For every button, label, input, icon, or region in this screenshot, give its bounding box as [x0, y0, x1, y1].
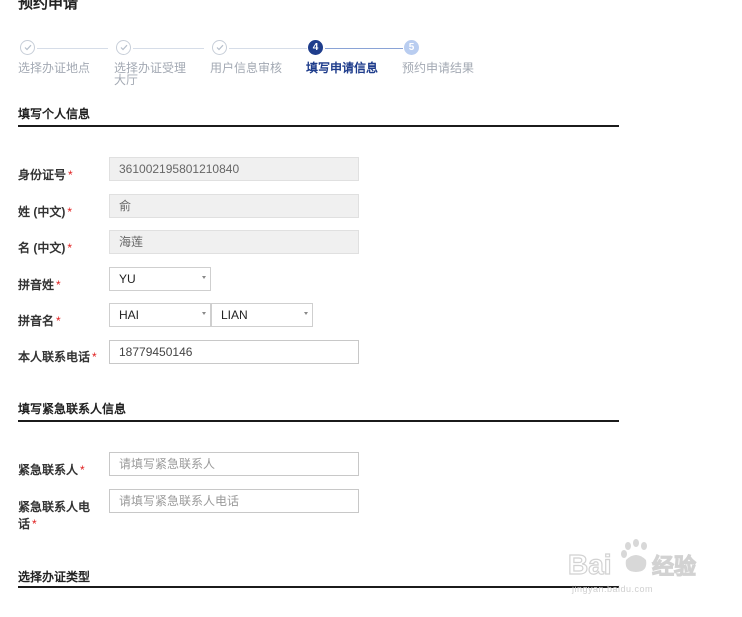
- step-3-label: 用户信息审核: [210, 61, 283, 75]
- step-4-label: 填写申请信息: [306, 61, 379, 75]
- section-divider: [18, 125, 619, 127]
- emergency-contact-label: 紧急联系人 *: [18, 463, 85, 477]
- phone-label: 本人联系电话 *: [18, 350, 97, 364]
- id-number-label: 身份证号 *: [18, 168, 73, 182]
- svg-text:经验: 经验: [652, 554, 696, 580]
- phone-input[interactable]: [109, 340, 359, 364]
- given-name-pinyin-select-1[interactable]: HAI: [109, 303, 211, 327]
- section-divider: [18, 586, 619, 588]
- chevron-down-icon: [202, 276, 206, 279]
- step-1-check-icon: [20, 40, 35, 55]
- chevron-down-icon: [202, 312, 206, 315]
- step-2-label-line2: 大厅: [114, 73, 139, 87]
- surname-cn-field: 俞: [109, 194, 359, 218]
- svg-text:Bai: Bai: [568, 549, 612, 580]
- step-4-number: 4: [308, 40, 323, 55]
- step-connector: [133, 48, 204, 49]
- step-connector: [37, 48, 108, 49]
- step-connector: [325, 48, 403, 49]
- step-5-label: 预约申请结果: [402, 61, 475, 75]
- watermark-url: jingyan.baidu.com: [572, 584, 654, 594]
- surname-pinyin-select[interactable]: YU: [109, 267, 211, 291]
- step-2-label: 选择办证受理 大厅: [114, 62, 186, 86]
- given-name-pinyin-select-2[interactable]: LIAN: [211, 303, 313, 327]
- given-name-cn-label: 名 (中文) *: [18, 241, 72, 255]
- step-5-number: 5: [404, 40, 419, 55]
- step-2-check-icon: [116, 40, 131, 55]
- surname-pinyin-label: 拼音姓 *: [18, 278, 61, 292]
- page-title: 预约申请: [18, 0, 79, 12]
- emergency-phone-input[interactable]: [109, 489, 359, 513]
- emergency-contact-input[interactable]: [109, 452, 359, 476]
- section-title-type: 选择办证类型: [18, 570, 91, 584]
- given-name-cn-field: 海莲: [109, 230, 359, 254]
- step-connector: [229, 48, 307, 49]
- step-3-check-icon: [212, 40, 227, 55]
- section-divider: [18, 420, 619, 422]
- section-title-personal: 填写个人信息: [18, 107, 91, 121]
- id-number-field: 361002195801210840: [109, 157, 359, 181]
- emergency-phone-label: 紧急联系人电 话 *: [18, 500, 91, 531]
- given-name-pinyin-label: 拼音名 *: [18, 314, 61, 328]
- chevron-down-icon: [304, 312, 308, 315]
- step-1-label: 选择办证地点: [18, 61, 91, 75]
- section-title-emergency: 填写紧急联系人信息: [18, 402, 127, 416]
- surname-cn-label: 姓 (中文) *: [18, 205, 72, 219]
